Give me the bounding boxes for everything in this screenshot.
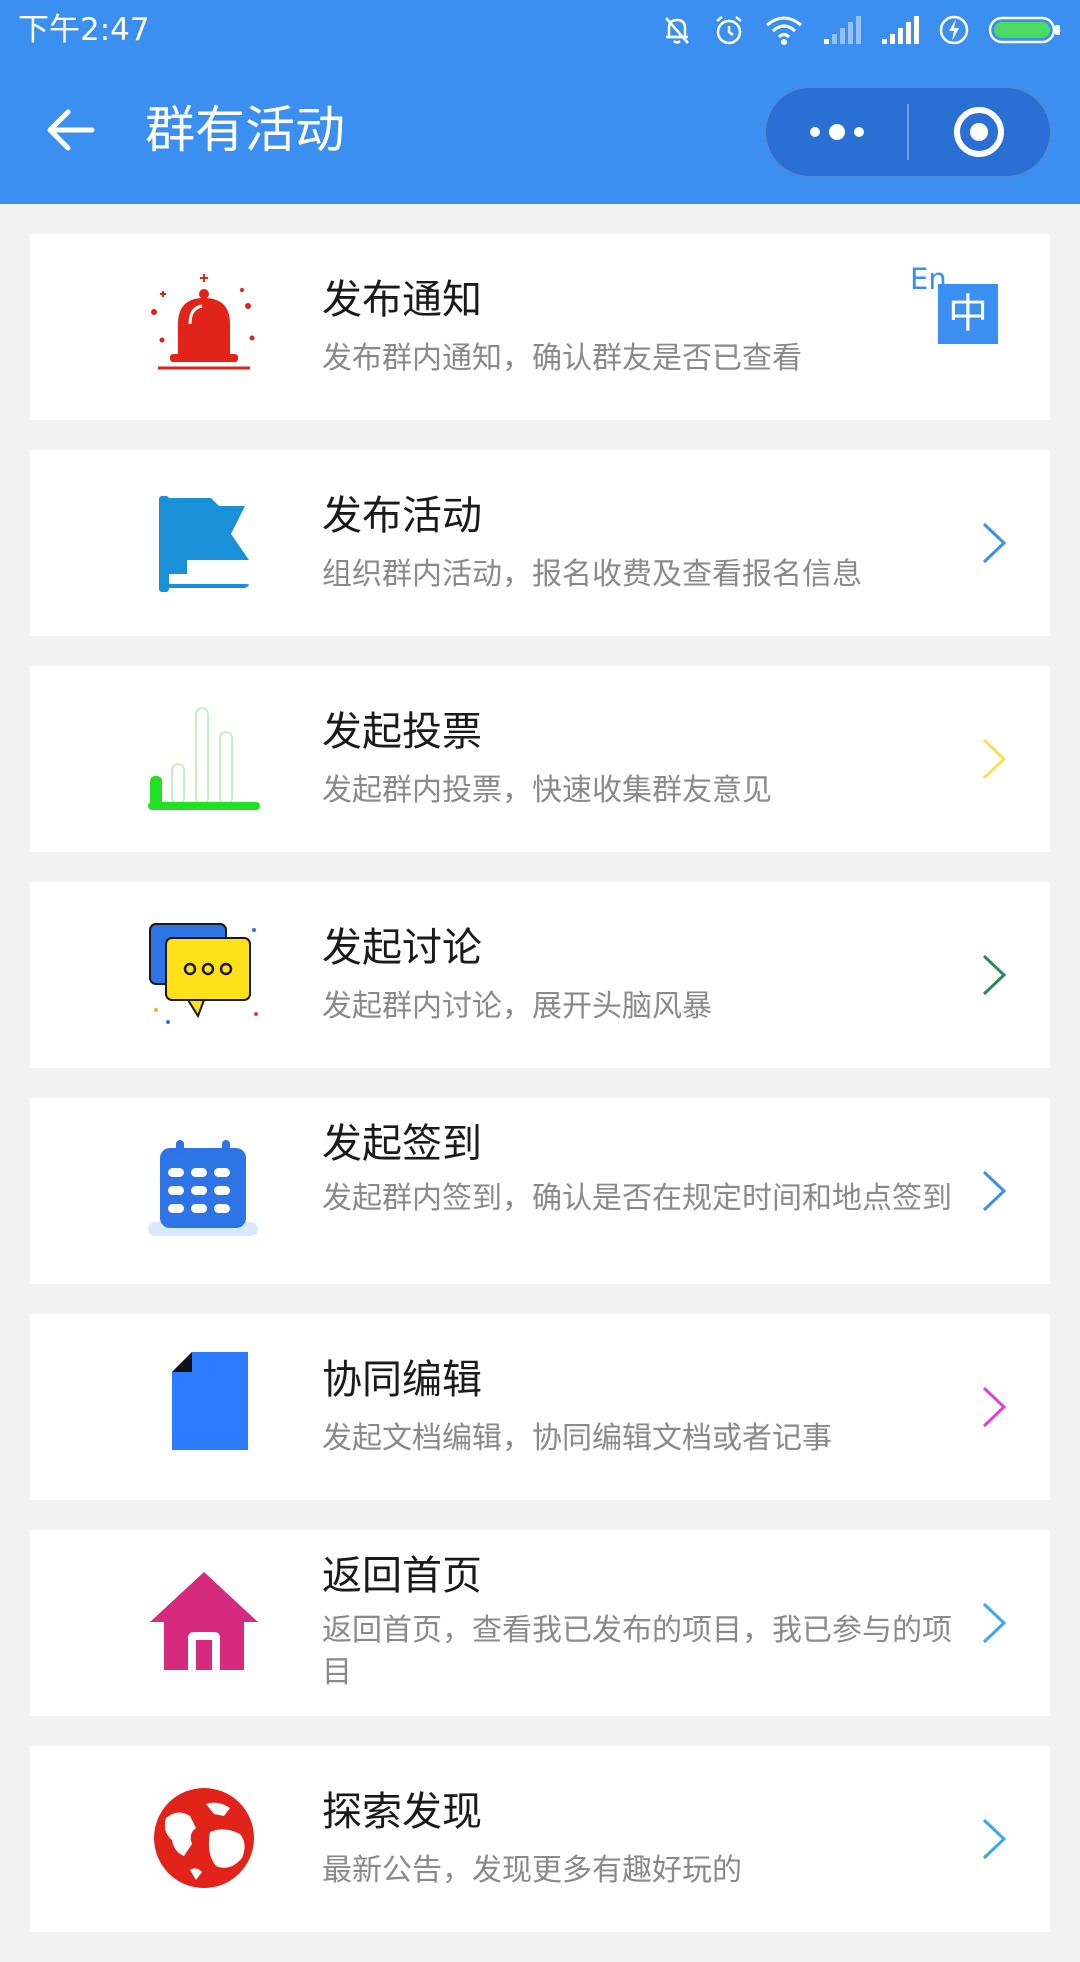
item-title: 发起讨论: [322, 925, 482, 971]
item-title: 发布活动: [322, 493, 482, 539]
chevron-right-icon: [982, 954, 1007, 996]
item-description: 返回首页，查看我已发布的项目，我已参与的项目: [322, 1613, 952, 1690]
more-button[interactable]: [766, 88, 907, 176]
alarm-icon: [716, 16, 742, 45]
list-item-activity[interactable]: 发布活动 组织群内活动，报名收费及查看报名信息: [30, 450, 1050, 636]
target-close-icon: [954, 107, 1005, 157]
battery-icon: [988, 16, 1060, 44]
item-title: 探索发现: [322, 1789, 482, 1835]
arrow-left-icon: [47, 109, 95, 151]
item-description: 发起群内讨论，展开头脑风暴: [322, 989, 712, 1024]
status-icons: [660, 10, 1062, 50]
list-item-collab-edit[interactable]: 协同编辑 发起文档编辑，协同编辑文档或者记事: [30, 1314, 1050, 1500]
list-item-notice[interactable]: 发布通知 发布群内通知，确认群友是否已查看 En 中: [30, 234, 1050, 420]
back-button[interactable]: [40, 100, 100, 160]
globe-icon: [134, 1782, 274, 1896]
language-toggle[interactable]: En 中: [910, 262, 1020, 344]
list-item-vote[interactable]: 发起投票 发起群内投票，快速收集群友意见: [30, 666, 1050, 852]
status-time: 下午2:47: [18, 12, 150, 48]
chevron-right-icon: [982, 1170, 1007, 1212]
more-dots-icon: [809, 124, 864, 140]
list-item-discussion[interactable]: 发起讨论 发起群内讨论，展开头脑风暴: [30, 882, 1050, 1068]
wifi-icon: [766, 16, 802, 45]
app-header: 下午2:47 群有活动: [0, 0, 1080, 204]
chevron-right-icon: [982, 1386, 1007, 1428]
item-description: 发起群内签到，确认是否在规定时间和地点签到: [322, 1181, 952, 1216]
signal-strong-icon: [882, 16, 919, 44]
charging-icon: [939, 15, 969, 45]
home-icon: [134, 1566, 274, 1680]
flag-icon: [134, 486, 274, 600]
document-icon: [134, 1350, 274, 1464]
item-title: 返回首页: [322, 1553, 482, 1599]
chevron-right-icon: [982, 522, 1007, 564]
list-item-checkin[interactable]: 发起签到 发起群内签到，确认是否在规定时间和地点签到: [30, 1098, 1050, 1284]
chevron-right-icon: [982, 1602, 1007, 1644]
list-item-home[interactable]: 返回首页 返回首页，查看我已发布的项目，我已参与的项目: [30, 1530, 1050, 1716]
item-title: 发起签到: [322, 1121, 482, 1167]
close-button[interactable]: [909, 88, 1050, 176]
item-description: 发起群内投票，快速收集群友意见: [322, 773, 772, 808]
chevron-right-icon: [982, 1818, 1007, 1860]
chevron-right-icon: [982, 738, 1007, 780]
mute-bell-icon: [665, 17, 689, 44]
signal-weak-icon: [824, 16, 861, 44]
item-description: 组织群内活动，报名收费及查看报名信息: [322, 557, 862, 592]
item-title: 发起投票: [322, 709, 482, 755]
status-bar: 下午2:47: [0, 0, 1080, 60]
chat-bubbles-icon: [134, 918, 274, 1032]
item-description: 最新公告，发现更多有趣好玩的: [322, 1853, 742, 1888]
lang-zh-label: 中: [938, 284, 998, 344]
activity-list: 发布通知 发布群内通知，确认群友是否已查看 En 中 发布活动 组织群内活动，报…: [30, 234, 1050, 1962]
list-item-explore[interactable]: 探索发现 最新公告，发现更多有趣好玩的: [30, 1746, 1050, 1932]
bell-icon: [134, 270, 274, 384]
item-description: 发起文档编辑，协同编辑文档或者记事: [322, 1421, 832, 1456]
item-title: 协同编辑: [322, 1357, 482, 1403]
mini-program-capsule: [764, 86, 1052, 178]
bar-chart-icon: [134, 702, 274, 816]
item-title: 发布通知: [322, 277, 482, 323]
page-title: 群有活动: [145, 101, 345, 159]
item-description: 发布群内通知，确认群友是否已查看: [322, 341, 802, 376]
calendar-icon: [134, 1134, 274, 1248]
